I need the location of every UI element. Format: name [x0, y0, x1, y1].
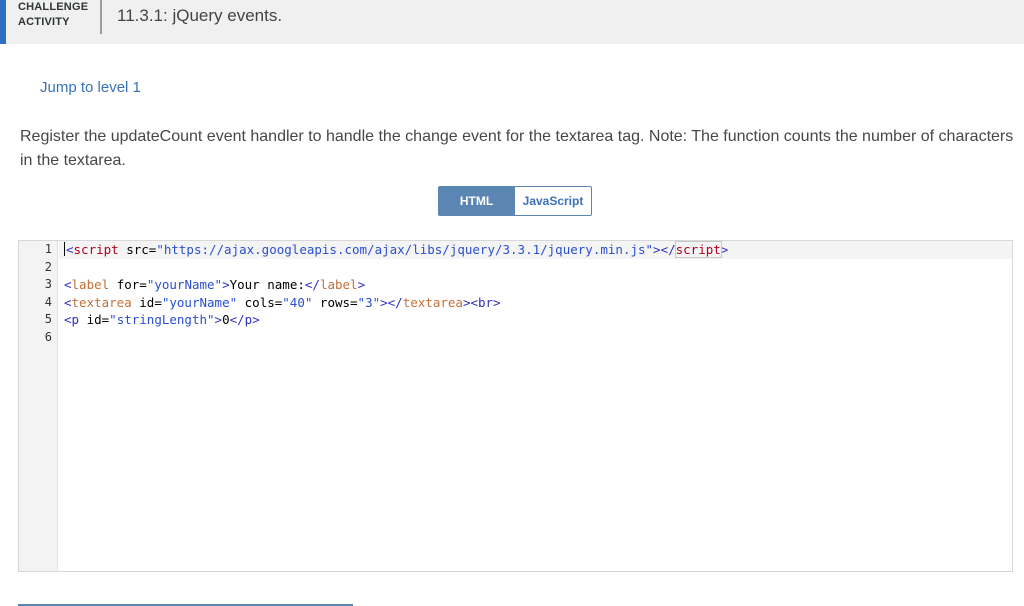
line-number: 3	[44, 277, 52, 291]
code-token: <br>	[470, 294, 501, 310]
code-line-4[interactable]: <textarea id="yourName" cols="40" rows="…	[64, 294, 501, 312]
code-token: "3"	[357, 294, 381, 310]
line-number-gutter: 1 2 3 4 5 6	[19, 241, 58, 571]
code-token: >	[357, 277, 366, 292]
line-number: 1	[44, 242, 52, 256]
code-token: </	[304, 277, 320, 292]
code-token: </p>	[229, 312, 260, 327]
code-token: label	[319, 277, 358, 292]
header-accent-bar	[0, 0, 6, 44]
code-line-1[interactable]: <script src="https://ajax.googleapis.com…	[64, 241, 728, 259]
code-token: id=	[79, 312, 110, 327]
code-line-5[interactable]: <p id="stringLength">0</p>	[64, 311, 260, 329]
badge-line-1: CHALLENGE	[18, 1, 89, 13]
code-token: >	[720, 242, 729, 257]
code-token: <p	[64, 312, 80, 327]
code-token: "https://ajax.googleapis.com/ajax/libs/j…	[156, 242, 654, 257]
line-number: 5	[44, 312, 52, 326]
badge-line-2: ACTIVITY	[18, 16, 70, 28]
text-cursor	[64, 242, 65, 256]
code-token: <	[64, 277, 72, 292]
instructions-text: Register the updateCount event handler t…	[20, 128, 1014, 169]
code-token: label	[71, 277, 110, 292]
code-token: script	[73, 242, 119, 257]
language-tabs: HTML JavaScript	[438, 186, 592, 216]
code-token: <	[64, 294, 72, 310]
activity-title: 11.3.1: jQuery events.	[117, 6, 283, 25]
code-token: "40"	[282, 294, 313, 310]
code-token: Your name:	[229, 277, 305, 292]
challenge-activity-badge: CHALLENGE ACTIVITY	[18, 0, 100, 36]
code-token: >	[214, 312, 223, 327]
line-number: 6	[44, 329, 52, 344]
code-token: <	[66, 242, 74, 257]
code-token: >	[222, 277, 230, 292]
code-token: src=	[118, 242, 157, 257]
code-token: </	[387, 294, 403, 310]
code-token: 0	[222, 312, 230, 327]
code-line-3[interactable]: <label for="yourName">Your name:</label>	[64, 276, 365, 294]
code-token: script	[674, 241, 722, 258]
line-number: 4	[44, 294, 52, 309]
code-token: "yourName"	[146, 277, 223, 292]
tab-javascript[interactable]: JavaScript	[515, 186, 592, 216]
code-editor[interactable]: 1 2 3 4 5 6 <script src="https://ajax.go…	[18, 240, 1013, 572]
code-token: textarea	[71, 294, 132, 310]
code-token: >	[380, 294, 388, 310]
code-token: for=	[109, 277, 147, 292]
code-token: "yourName"	[161, 294, 238, 310]
header-divider	[100, 0, 102, 34]
tab-html[interactable]: HTML	[438, 186, 515, 216]
code-token: "stringLength"	[109, 312, 215, 327]
code-token: rows=	[312, 294, 358, 310]
code-token: </	[660, 242, 676, 257]
jump-to-level-link[interactable]: Jump to level 1	[40, 78, 141, 98]
code-token: textarea	[402, 294, 463, 310]
code-token: cols=	[237, 294, 283, 310]
line-number: 2	[44, 259, 52, 274]
code-token: id=	[131, 294, 162, 310]
activity-header: CHALLENGE ACTIVITY 11.3.1: jQuery events…	[0, 0, 1024, 44]
code-token: >	[653, 242, 661, 257]
